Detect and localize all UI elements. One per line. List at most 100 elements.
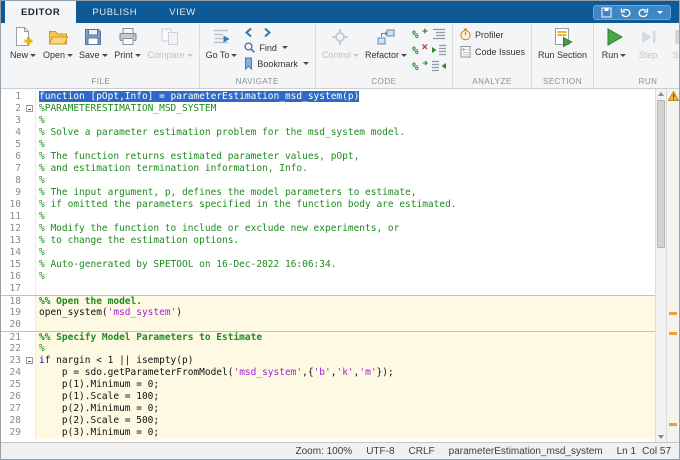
tab-publish[interactable]: PUBLISH (76, 1, 153, 23)
code-text[interactable]: %% Open the model. (36, 296, 655, 307)
code-line-7[interactable]: 7 % and estimation termination informatio… (1, 163, 655, 175)
quick-access-undo-icon[interactable] (619, 7, 631, 18)
code-line-14[interactable]: 14% (1, 247, 655, 259)
code-line-27[interactable]: 27 p(2).Minimum = 0; (1, 403, 655, 415)
status-encoding[interactable]: UTF-8 (366, 446, 394, 457)
profiler-button[interactable]: Profiler (457, 27, 527, 42)
status-zoom[interactable]: Zoom: 100% (296, 446, 353, 457)
warning-tick[interactable] (669, 312, 677, 315)
warning-tick[interactable] (669, 332, 677, 335)
code-text[interactable]: % Auto-generated by SPETOOL on 16-Dec-20… (36, 259, 655, 271)
code-text[interactable]: % (36, 247, 655, 259)
line-number[interactable]: 20 (1, 319, 25, 331)
scrollbar-thumb[interactable] (657, 100, 665, 248)
code-line-6[interactable]: 6% The function returns estimated parame… (1, 151, 655, 163)
code-text[interactable]: % Modify the function to include or excl… (36, 223, 655, 235)
line-number[interactable]: 3 (1, 115, 25, 127)
save-button[interactable]: Save (77, 23, 110, 60)
code-text[interactable]: % (36, 115, 655, 127)
line-number[interactable]: 17 (1, 283, 25, 295)
code-line-9[interactable]: 9% The input argument, p, defines the mo… (1, 187, 655, 199)
code-line-2[interactable]: 2 %PARAMETERESTIMATION_MSD_SYSTEM (1, 103, 655, 115)
line-number[interactable]: 26 (1, 391, 25, 403)
step-button[interactable]: Step (632, 23, 664, 60)
code-line-17[interactable]: 17 (1, 283, 655, 295)
line-number[interactable]: 19 (1, 307, 25, 319)
code-text[interactable]: % and estimation termination information… (36, 163, 655, 175)
warning-tick[interactable] (669, 423, 677, 426)
indent-right-button[interactable] (430, 42, 448, 57)
code-text[interactable]: if nargin < 1 || isempty(p) (36, 355, 655, 367)
line-number[interactable]: 13 (1, 235, 25, 247)
tab-editor[interactable]: EDITOR (5, 1, 76, 23)
code-line-21[interactable]: 21%% Specify Model Parameters to Estimat… (1, 331, 655, 343)
status-eol[interactable]: CRLF (409, 446, 435, 457)
line-number[interactable]: 27 (1, 403, 25, 415)
quick-access-dropdown-icon[interactable] (657, 11, 663, 14)
smart-indent-button[interactable] (430, 26, 448, 41)
code-line-16[interactable]: 16% (1, 271, 655, 283)
line-number[interactable]: 15 (1, 259, 25, 271)
line-number[interactable]: 28 (1, 415, 25, 427)
line-number[interactable]: 2 (1, 103, 25, 115)
code-line-22[interactable]: 22% (1, 343, 655, 355)
code-text[interactable]: open_system('msd_system') (36, 307, 655, 319)
code-text[interactable]: % The function returns estimated paramet… (36, 151, 655, 163)
print-button[interactable]: Print (112, 23, 144, 60)
code-text[interactable]: % Solve a parameter estimation problem f… (36, 127, 655, 139)
fold-marker[interactable] (25, 355, 36, 367)
line-number[interactable]: 8 (1, 175, 25, 187)
navigate-forward-button[interactable] (261, 27, 273, 38)
line-number[interactable]: 11 (1, 211, 25, 223)
bookmark-button[interactable]: Bookmark (241, 56, 311, 71)
control-button[interactable]: Control (320, 23, 361, 60)
code-analyzer-warning-icon[interactable] (667, 91, 679, 101)
code-line-28[interactable]: 28 p(2).Scale = 500; (1, 415, 655, 427)
line-number[interactable]: 24 (1, 367, 25, 379)
code-issues-button[interactable]: Code Issues (457, 44, 527, 59)
tab-view[interactable]: VIEW (153, 1, 212, 23)
code-text[interactable]: % if omitted the parameters specified in… (36, 199, 655, 211)
find-button[interactable]: Find (241, 40, 311, 55)
code-text[interactable]: p(2).Minimum = 0; (36, 403, 655, 415)
code-text[interactable]: p(1).Minimum = 0; (36, 379, 655, 391)
code-text[interactable]: % The input argument, p, defines the mod… (36, 187, 655, 199)
compare-button[interactable]: Compare (146, 23, 195, 60)
line-number[interactable]: 7 (1, 163, 25, 175)
code-text[interactable]: % (36, 175, 655, 187)
code-line-8[interactable]: 8% (1, 175, 655, 187)
code-line-4[interactable]: 4 % Solve a parameter estimation problem … (1, 127, 655, 139)
code-line-26[interactable]: 26 p(1).Scale = 100; (1, 391, 655, 403)
code-line-23[interactable]: 23if nargin < 1 || isempty(p) (1, 355, 655, 367)
new-button[interactable]: New (7, 23, 39, 60)
refactor-button[interactable]: Refactor (363, 23, 409, 60)
code-text[interactable]: p(3).Minimum = 0; (36, 427, 655, 439)
scroll-down-icon[interactable] (656, 432, 666, 442)
line-number[interactable]: 4 (1, 127, 25, 139)
run-button[interactable]: Run (598, 23, 630, 60)
line-number[interactable]: 12 (1, 223, 25, 235)
code-text[interactable]: %% Specify Model Parameters to Estimate (36, 332, 655, 343)
code-line-13[interactable]: 13 % to change the estimation options. (1, 235, 655, 247)
run-section-button[interactable]: Run Section (536, 23, 589, 60)
quick-access-save-icon[interactable] (601, 7, 612, 18)
code-text[interactable]: % (36, 343, 655, 355)
code-text[interactable]: p(2).Scale = 500; (36, 415, 655, 427)
line-number[interactable]: 16 (1, 271, 25, 283)
code-line-29[interactable]: 29 p(3).Minimum = 0; (1, 427, 655, 439)
code-line-15[interactable]: 15 % Auto-generated by SPETOOL on 16-Dec-… (1, 259, 655, 271)
code-editor[interactable]: 1function [pOpt,Info] = parameterEstimat… (1, 89, 655, 442)
code-text[interactable]: % (36, 139, 655, 151)
code-line-5[interactable]: 5% (1, 139, 655, 151)
indent-left-button[interactable] (430, 58, 448, 73)
code-text[interactable]: % to change the estimation options. (36, 235, 655, 247)
fold-marker[interactable] (25, 103, 36, 115)
stop-button[interactable]: Stop (666, 23, 680, 60)
code-text[interactable]: %PARAMETERESTIMATION_MSD_SYSTEM (36, 103, 655, 115)
code-line-12[interactable]: 12 % Modify the function to include or ex… (1, 223, 655, 235)
code-text[interactable]: p(1).Scale = 100; (36, 391, 655, 403)
code-text[interactable]: % (36, 211, 655, 223)
line-number[interactable]: 29 (1, 427, 25, 439)
line-number[interactable]: 10 (1, 199, 25, 211)
line-number[interactable]: 22 (1, 343, 25, 355)
